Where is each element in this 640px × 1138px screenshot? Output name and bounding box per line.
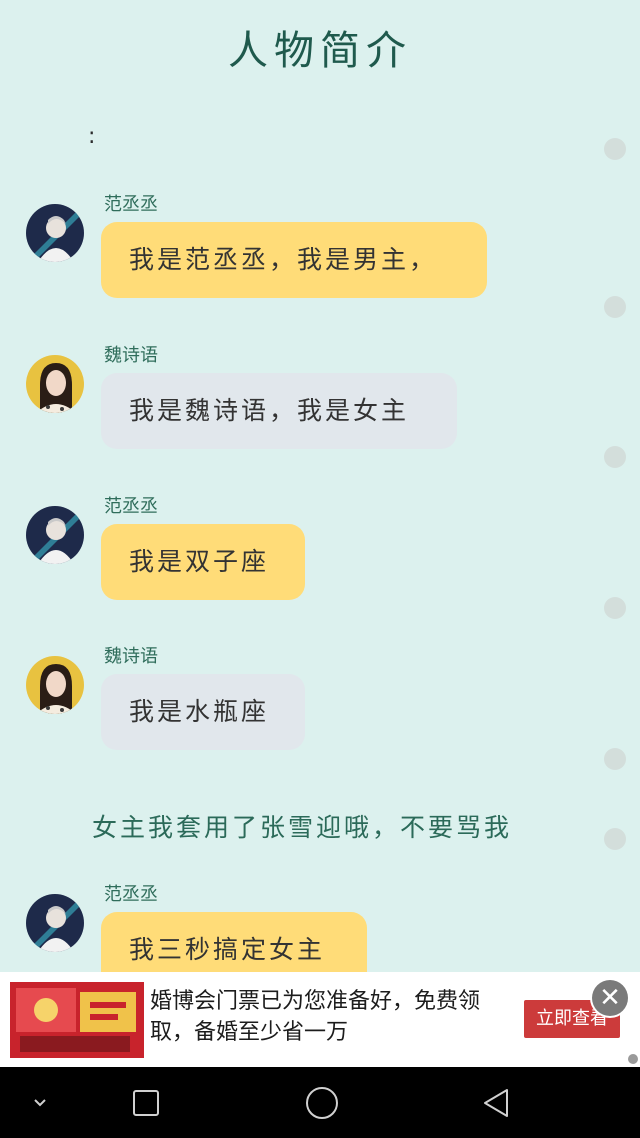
chat-message: 范丞丞 我是范丞丞，我是男主， bbox=[0, 194, 640, 320]
male-avatar[interactable] bbox=[26, 204, 84, 262]
female-avatar[interactable] bbox=[26, 656, 84, 714]
page-title: 人物简介 bbox=[228, 28, 412, 74]
chat-message: 魏诗语 我是水瓶座 bbox=[0, 646, 640, 772]
ad-image[interactable] bbox=[10, 982, 144, 1058]
male-avatar[interactable] bbox=[26, 894, 84, 952]
male-avatar[interactable] bbox=[26, 506, 84, 564]
sender-name: 范丞丞 bbox=[104, 194, 158, 215]
scroll-dot bbox=[604, 828, 626, 850]
ad-info-icon[interactable] bbox=[628, 1054, 638, 1064]
recent-apps-icon[interactable] bbox=[120, 1067, 172, 1138]
chat-message: 范丞丞 我是双子座 bbox=[0, 496, 640, 622]
message-bubble[interactable]: 我是水瓶座 bbox=[101, 674, 305, 750]
sender-name: 魏诗语 bbox=[104, 345, 158, 366]
chevron-down-icon[interactable] bbox=[20, 1067, 60, 1138]
intro-text: : bbox=[88, 124, 96, 149]
female-avatar[interactable] bbox=[26, 355, 84, 413]
chat-message: 魏诗语 我是魏诗语，我是女主 bbox=[0, 345, 640, 471]
message-bubble[interactable]: 我是范丞丞，我是男主， bbox=[101, 222, 487, 298]
scroll-dot bbox=[604, 138, 626, 160]
message-bubble[interactable]: 我是魏诗语，我是女主 bbox=[101, 373, 457, 449]
sender-name: 范丞丞 bbox=[104, 496, 158, 517]
message-bubble[interactable]: 我是双子座 bbox=[101, 524, 305, 600]
sender-name: 范丞丞 bbox=[104, 884, 158, 905]
home-icon[interactable] bbox=[296, 1067, 348, 1138]
back-icon[interactable] bbox=[470, 1067, 522, 1138]
ad-banner[interactable]: 婚博会门票已为您准备好，免费领取，备婚至少省一万 立即查看 bbox=[0, 972, 640, 1068]
narration-text: 女主我套用了张雪迎哦，不要骂我 bbox=[92, 813, 513, 842]
system-navigation-bar bbox=[0, 1067, 640, 1138]
ad-text[interactable]: 婚博会门票已为您准备好，免费领取，备婚至少省一万 bbox=[150, 986, 510, 1048]
close-icon[interactable]: ✕ bbox=[592, 980, 628, 1016]
sender-name: 魏诗语 bbox=[104, 646, 158, 667]
